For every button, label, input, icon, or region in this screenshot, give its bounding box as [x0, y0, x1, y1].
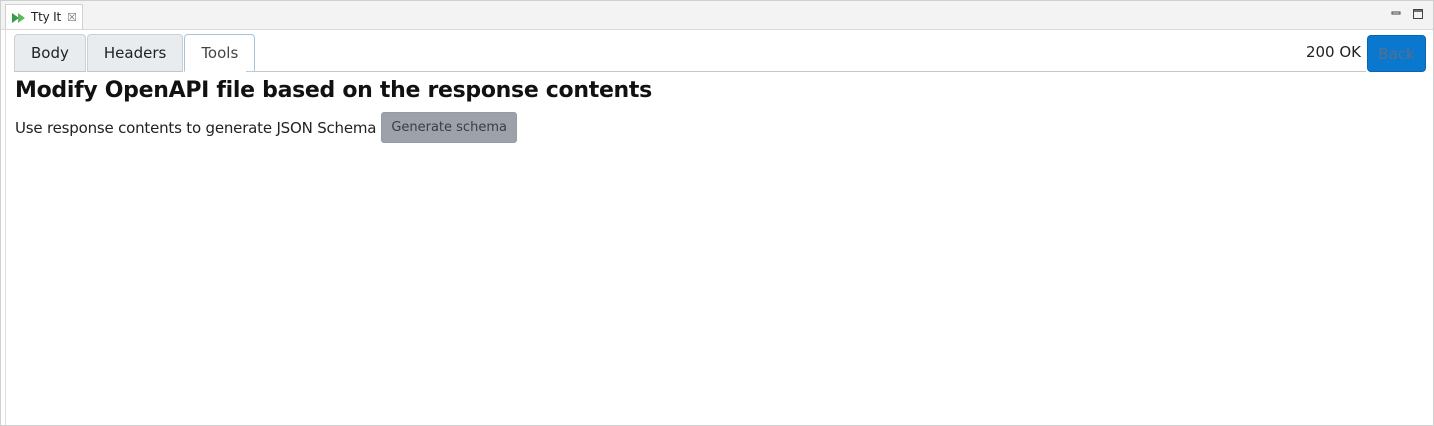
left-gutter: [5, 29, 6, 425]
maximize-icon[interactable]: [1411, 7, 1425, 21]
generate-schema-button[interactable]: Generate schema: [381, 112, 517, 143]
editor-window: Tty It ☒ Body Headers Tools 200 OK Back …: [0, 0, 1434, 426]
generate-schema-label: Use response contents to generate JSON S…: [15, 118, 377, 137]
run-icon: [11, 10, 27, 24]
tabs-divider: [246, 71, 1366, 72]
tab-tools[interactable]: Tools: [184, 34, 256, 72]
response-tabs: Body Headers Tools: [14, 34, 256, 72]
view-tab-try-it[interactable]: Tty It ☒: [5, 4, 83, 29]
tab-headers[interactable]: Headers: [86, 34, 184, 72]
tab-body[interactable]: Body: [14, 34, 86, 72]
back-button[interactable]: Back: [1367, 35, 1426, 72]
generate-schema-row: Use response contents to generate JSON S…: [15, 112, 517, 143]
minimize-icon[interactable]: [1389, 7, 1403, 21]
view-tab-label: Tty It: [31, 10, 61, 24]
close-icon[interactable]: ☒: [67, 12, 77, 23]
response-status: 200 OK: [1305, 43, 1361, 61]
page-title: Modify OpenAPI file based on the respons…: [15, 78, 652, 103]
view-tab-strip: Tty It ☒: [1, 1, 1433, 30]
